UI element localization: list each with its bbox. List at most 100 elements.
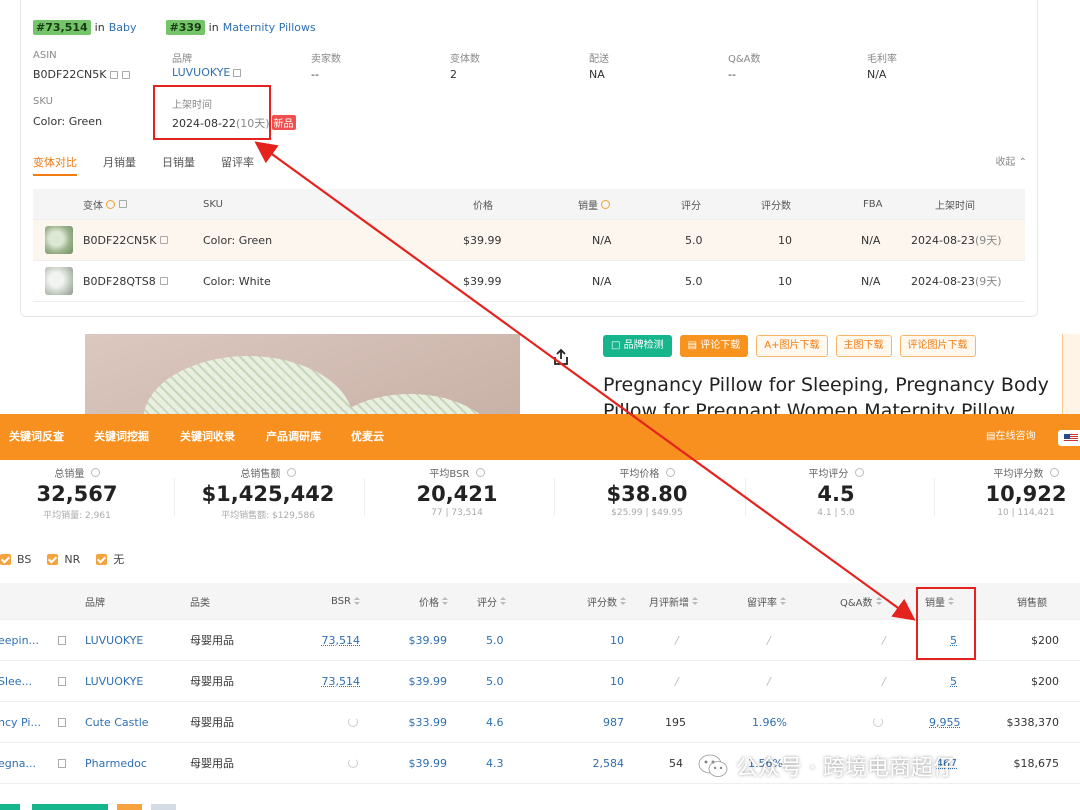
product-title-link[interactable]: egna... xyxy=(0,743,36,783)
share-icon[interactable] xyxy=(552,348,570,366)
partial-button[interactable] xyxy=(0,804,20,810)
rating-cell: 5.0 xyxy=(486,674,504,688)
stat-total-sales: 总销量 32,567 平均销量: 2,961 xyxy=(2,465,152,521)
brand-link[interactable]: LUVUOKYE xyxy=(85,620,143,660)
marketplace-flag-us[interactable] xyxy=(1058,430,1080,446)
main-image-download-button[interactable]: 主图下载 xyxy=(835,335,892,357)
stat-label: 平均评分 xyxy=(761,465,911,480)
brand-link[interactable]: LUVUOKYE xyxy=(85,661,143,701)
header-reviews[interactable]: 评分数 xyxy=(587,583,626,619)
side-panel-stub[interactable] xyxy=(1062,334,1080,416)
copy-icon[interactable] xyxy=(119,200,127,208)
revenue-cell: $338,370 xyxy=(1006,715,1060,729)
tab-daily-sales[interactable]: 日销量 xyxy=(162,150,195,176)
partial-button[interactable] xyxy=(32,804,108,810)
checkbox-none[interactable] xyxy=(96,553,108,565)
tab-bar: 变体对比 月销量 日销量 留评率 收起 ⌃ xyxy=(33,150,1027,176)
product-title-link[interactable]: ncy Pi... xyxy=(0,702,41,742)
variant-rating: 5.0 xyxy=(685,274,703,288)
sort-icon[interactable] xyxy=(500,596,506,606)
sort-icon[interactable] xyxy=(875,596,882,606)
review-rate-cell: 1.96% xyxy=(752,715,787,729)
header-qa[interactable]: Q&A数 xyxy=(840,583,882,619)
review-rate-cell: / xyxy=(767,674,771,688)
sales-link[interactable]: 9,955 xyxy=(929,702,961,742)
online-support-link[interactable]: ▤在线咨询 xyxy=(986,414,1035,460)
aplus-image-download-button[interactable]: A+图片下载 xyxy=(756,335,828,357)
rating-cell: 4.3 xyxy=(486,756,504,770)
partial-button[interactable] xyxy=(117,804,142,810)
copy-icon[interactable] xyxy=(122,71,131,79)
brand-check-button[interactable]: □ 品牌检测 xyxy=(603,335,672,357)
header-brand: 品牌 xyxy=(85,597,105,609)
sort-icon[interactable] xyxy=(692,596,698,606)
stat-sub: 10 | 114,421 xyxy=(997,508,1055,518)
header-bsr[interactable]: BSR xyxy=(331,583,360,619)
tab-monthly-sales[interactable]: 月销量 xyxy=(103,150,136,176)
toolbar-keyword-mining[interactable]: 关键词挖掘 xyxy=(94,414,149,460)
revenue-cell: $200 xyxy=(1031,674,1059,688)
checkbox-bs[interactable] xyxy=(0,553,11,565)
margin-value: N/A xyxy=(867,68,887,81)
plugin-toolbar: 关键词反查 关键词挖掘 关键词收录 产品调研库 优麦云 ▤在线咨询 xyxy=(0,414,1080,460)
sort-icon[interactable] xyxy=(620,596,626,606)
doc-icon[interactable] xyxy=(58,743,66,783)
table-row[interactable]: ncy Pi... Cute Castle 母婴用品 $33.99 4.6 98… xyxy=(0,702,1080,743)
header-rating[interactable]: 评分 xyxy=(477,583,506,619)
header-price[interactable]: 价格 xyxy=(419,583,448,619)
stat-label: 平均价格 xyxy=(572,465,722,480)
reviews-cell: 10 xyxy=(610,674,624,688)
doc-icon[interactable] xyxy=(58,702,66,742)
tab-variant-compare[interactable]: 变体对比 xyxy=(33,150,77,176)
brand-link[interactable]: Pharmedoc xyxy=(85,743,147,783)
product-image[interactable] xyxy=(85,334,520,416)
product-title-link[interactable]: eepin... xyxy=(0,620,39,660)
rank-category-link[interactable]: Maternity Pillows xyxy=(223,21,316,34)
doc-icon[interactable] xyxy=(58,661,66,701)
toolbar-product-research[interactable]: 产品调研库 xyxy=(266,414,321,460)
help-icon[interactable] xyxy=(601,199,610,209)
sku-label: SKU xyxy=(33,96,53,107)
header-sku: SKU xyxy=(203,198,223,210)
review-image-download-button[interactable]: 评论图片下载 xyxy=(899,335,976,357)
sales-link[interactable]: 5 xyxy=(950,661,957,701)
sort-icon[interactable] xyxy=(354,596,360,606)
help-icon[interactable] xyxy=(106,199,115,209)
doc-icon[interactable] xyxy=(58,620,66,660)
product-title-link[interactable]: Slee... xyxy=(0,661,32,701)
variant-row[interactable]: B0DF22CN5K Color: Green $39.99 N/A 5.0 1… xyxy=(33,220,1025,261)
toolbar-keyword-reverse[interactable]: 关键词反查 xyxy=(9,414,64,460)
partial-button[interactable] xyxy=(151,804,176,810)
sort-icon[interactable] xyxy=(442,596,448,606)
checkbox-nr[interactable] xyxy=(47,553,59,565)
bsr-link[interactable]: 73,514 xyxy=(322,620,361,660)
stat-value: 10,922 xyxy=(985,482,1067,506)
collapse-button[interactable]: 收起 ⌃ xyxy=(995,150,1027,176)
sort-icon[interactable] xyxy=(780,596,786,606)
bsr-link[interactable]: 73,514 xyxy=(322,661,361,701)
header-revenue: 销售额 xyxy=(1017,597,1047,609)
toolbar-youmaiyun[interactable]: 优麦云 xyxy=(351,414,384,460)
sellers-value: -- xyxy=(311,68,319,81)
new-badge: 新品 xyxy=(271,115,296,130)
watermark: 公众号 · 跨境电商超仔 xyxy=(698,750,955,782)
stat-label: 平均评分数 xyxy=(951,465,1080,480)
header-monthly-new[interactable]: 月评新增 xyxy=(649,583,698,619)
variant-listed: 2024-08-23 (9天) xyxy=(911,274,1002,289)
copy-icon[interactable] xyxy=(159,277,168,285)
variant-table-header: 变体 SKU 价格 销量 评分 评分数 FBA 上架时间 xyxy=(33,189,1025,220)
header-review-rate[interactable]: 留评率 xyxy=(747,583,786,619)
review-download-button[interactable]: ▤ 评论下载 xyxy=(679,335,749,357)
tab-review-rate[interactable]: 留评率 xyxy=(221,150,254,176)
brand-link[interactable]: Cute Castle xyxy=(85,702,149,742)
stat-value: 20,421 xyxy=(416,482,498,506)
copy-icon[interactable] xyxy=(160,236,169,244)
table-row[interactable]: Slee... LUVUOKYE 母婴用品 73,514 $39.99 5.0 … xyxy=(0,661,1080,702)
brand-link[interactable]: LUVUOKYE xyxy=(172,66,242,79)
monthly-new-cell: 195 xyxy=(665,715,686,729)
rank-category-link[interactable]: Baby xyxy=(109,21,137,34)
external-link-icon[interactable] xyxy=(233,69,242,77)
variant-row[interactable]: B0DF28QTS8 Color: White $39.99 N/A 5.0 1… xyxy=(33,261,1025,302)
copy-icon[interactable] xyxy=(110,71,119,79)
toolbar-keyword-index[interactable]: 关键词收录 xyxy=(180,414,235,460)
